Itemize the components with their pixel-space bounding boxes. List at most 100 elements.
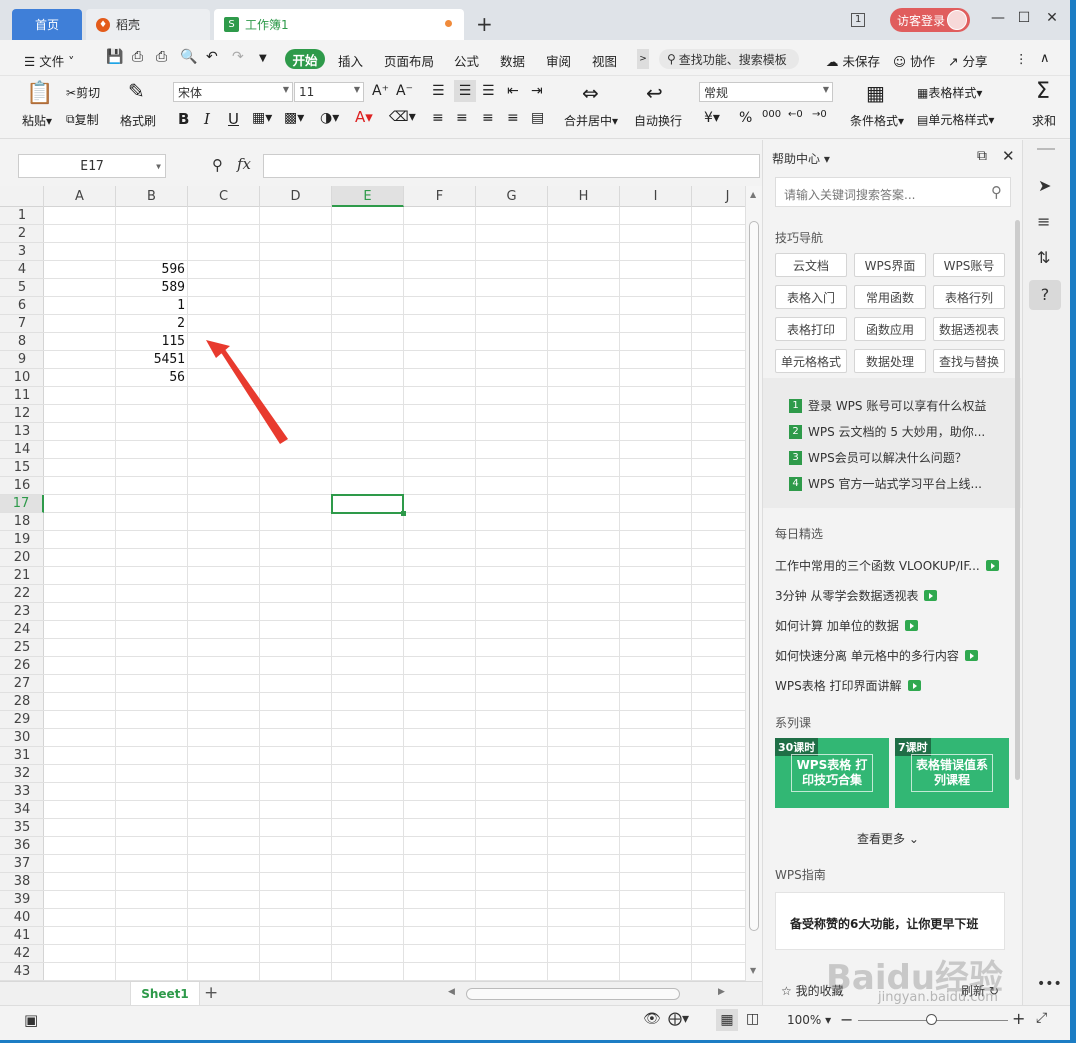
tab-page-layout[interactable]: 页面布局 [384,51,434,70]
daily-video-link[interactable]: 如何计算 加单位的数据 [775,617,918,634]
settings-sliders-icon[interactable]: ≡ [1037,212,1050,231]
print-icon[interactable]: ⎙ [156,49,167,65]
search-icon[interactable]: ⚲ [991,183,1002,201]
font-size-select[interactable]: 11 ▼ [294,82,364,102]
row-header[interactable]: 6 [0,297,44,315]
cell-value[interactable]: 115 [117,333,185,351]
quick-access-dropdown-icon[interactable]: ▼ [259,53,267,64]
cloud-unsaved-button[interactable]: ☁ 未保存 [826,51,880,70]
layout-mode-icon[interactable]: ⨁▾ [668,1011,689,1027]
maximize-icon[interactable]: ☐ [1014,10,1034,26]
align-center-icon[interactable]: ≡ [456,110,468,126]
row-header[interactable]: 43 [0,963,44,981]
formula-input[interactable] [263,154,760,178]
cell-value[interactable]: 5451 [117,351,185,369]
column-header[interactable]: J [692,186,745,207]
decrease-decimal-icon[interactable]: →0 [812,109,827,120]
row-header[interactable]: 42 [0,945,44,963]
italic-icon[interactable]: I [204,110,210,128]
tab-docer[interactable]: ♦ 稻壳 [86,9,210,40]
currency-button[interactable]: ¥ ▾ [704,110,720,126]
vertical-scroll-thumb[interactable] [749,221,759,931]
row-header[interactable]: 39 [0,891,44,909]
cell-value[interactable]: 1 [117,297,185,315]
active-cell-e17[interactable] [331,494,406,516]
select-all-corner[interactable] [0,186,44,207]
zoom-out-icon[interactable]: − [840,1010,853,1029]
guest-login-button[interactable]: 访客登录 [890,8,970,32]
fx-icon[interactable]: fx [237,155,251,173]
zoom-in-icon[interactable]: + [1012,1009,1025,1028]
row-header[interactable]: 5 [0,279,44,297]
column-header[interactable]: C [188,186,260,207]
number-format-select[interactable]: 常规 ▼ [699,82,833,102]
column-header[interactable]: F [404,186,476,207]
row-header[interactable]: 28 [0,693,44,711]
row-header[interactable]: 19 [0,531,44,549]
align-bottom-icon[interactable]: ☰ [482,83,495,99]
tab-data[interactable]: 数据 [500,51,525,70]
row-header[interactable]: 27 [0,675,44,693]
nav-button[interactable]: 表格打印 [775,317,847,341]
tab-insert[interactable]: 插入 [338,51,363,70]
cell-value[interactable]: 56 [117,369,185,387]
row-header[interactable]: 26 [0,657,44,675]
zoom-formula-icon[interactable]: ⚲ [212,156,223,174]
nav-button[interactable]: 单元格格式 [775,349,847,373]
column-header[interactable]: B [116,186,188,207]
cursor-icon[interactable]: ➤ [1038,176,1051,195]
undo-icon[interactable]: ↶ [206,49,218,65]
article-link[interactable]: 3 WPS会员可以解决什么问题？ [789,449,967,466]
row-header[interactable]: 29 [0,711,44,729]
scroll-up-icon[interactable]: ▲ [750,190,756,199]
align-middle-icon[interactable]: ☰ [454,80,476,102]
row-header[interactable]: 16 [0,477,44,495]
align-right-icon[interactable]: ≡ [482,110,494,126]
panel-close-icon[interactable]: ✕ [1002,147,1015,165]
nav-button[interactable]: 云文档 [775,253,847,277]
collaborate-button[interactable]: ☺ 协作 [893,51,935,70]
thousands-icon[interactable]: 000 [762,109,781,120]
page-view-icon[interactable]: ◫ [746,1011,759,1027]
see-more-link[interactable]: 查看更多 ⌄ [857,830,919,847]
format-painter-button[interactable]: 格式刷 [120,112,156,129]
column-header[interactable]: A [44,186,116,207]
help-icon[interactable]: ? [1029,280,1061,310]
fill-color-icon[interactable]: ◑▾ [320,110,339,126]
merge-center-button[interactable]: 合并居中 ▾ [564,112,618,129]
row-header[interactable]: 21 [0,567,44,585]
help-search-input[interactable]: 请输入关键词搜索答案... ⚲ [775,177,1011,207]
zoom-slider-thumb[interactable] [926,1014,937,1025]
nav-button[interactable]: WPS界面 [854,253,926,277]
name-box[interactable]: E17 ▼ [18,154,166,178]
course-card[interactable]: 30课时 WPS表格 打印技巧合集 [775,738,889,808]
nav-button[interactable]: 数据处理 [854,349,926,373]
cut-button[interactable]: ✂ 剪切 [66,84,100,101]
row-header[interactable]: 30 [0,729,44,747]
guide-card[interactable]: 备受称赞的6大功能，让你更早下班 [775,892,1005,950]
export-icon[interactable]: ⎙ [132,49,143,65]
share-button[interactable]: ↗ 分享 [948,51,987,70]
tab-workbook[interactable]: S 工作簿1 [214,9,464,40]
column-header[interactable]: G [476,186,548,207]
add-sheet-icon[interactable]: + [204,983,218,1003]
cell-area[interactable]: 596 589 1 2 115 5451 56 [44,207,745,981]
format-painter-icon[interactable]: ✎ [128,79,145,103]
row-header[interactable]: 38 [0,873,44,891]
sum-icon[interactable]: Σ [1036,79,1050,104]
row-header[interactable]: 7 [0,315,44,333]
save-icon[interactable]: 💾 [106,49,123,65]
row-header[interactable]: 2 [0,225,44,243]
font-color-icon[interactable]: A▾ [355,108,373,126]
print-preview-icon[interactable]: 🔍 [180,49,197,65]
column-header[interactable]: D [260,186,332,207]
row-header[interactable]: 13 [0,423,44,441]
conditional-format-button[interactable]: 条件格式 ▾ [850,112,904,129]
normal-view-icon[interactable]: ▦ [716,1009,738,1031]
panel-scrollbar[interactable] [1015,220,1020,780]
increase-decimal-icon[interactable]: ←0 [788,109,803,120]
nav-button[interactable]: 常用函数 [854,285,926,309]
daily-video-link[interactable]: 工作中常用的三个函数 VLOOKUP/IF... [775,557,999,574]
redo-icon[interactable]: ↷ [232,49,244,65]
justify-icon[interactable]: ≡ [507,110,519,126]
